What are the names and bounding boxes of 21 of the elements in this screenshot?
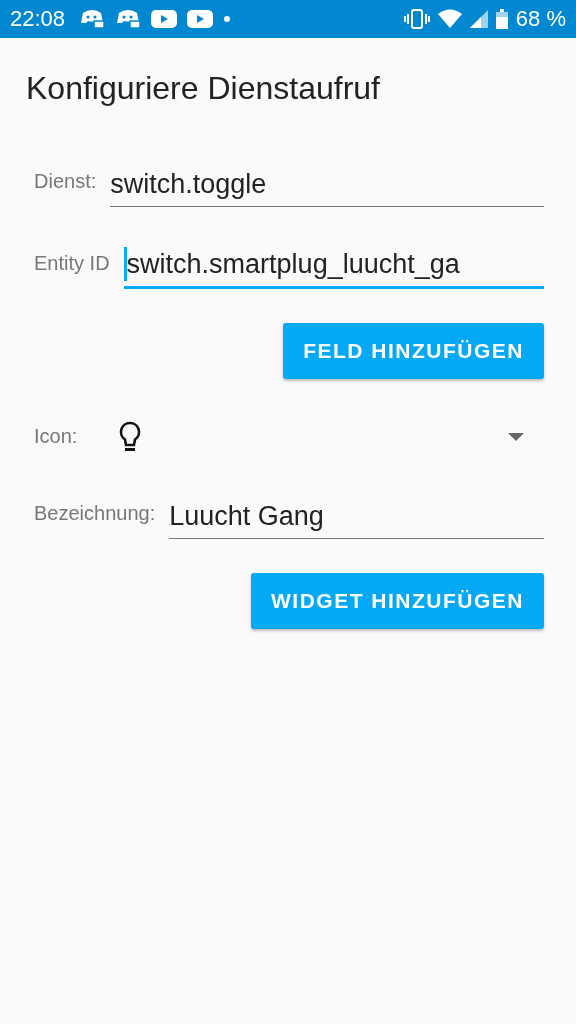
- chat-app-icon: [115, 9, 142, 29]
- screen-title: Konfiguriere Dienstaufruf: [26, 70, 381, 107]
- battery-icon: [495, 9, 508, 29]
- input-field[interactable]: Luucht Gang: [169, 500, 544, 539]
- dropdown-arrow-icon: [508, 432, 524, 441]
- field-label: Entity ID: [34, 251, 110, 276]
- input-field[interactable]: switch.smartplug_luucht_ga: [123, 247, 544, 289]
- battery-percentage: 68 %: [515, 6, 566, 32]
- signal-icon: [469, 9, 488, 29]
- play-icon: [187, 9, 214, 29]
- lightbulb-icon: [119, 420, 142, 453]
- wifi-icon: [437, 9, 462, 29]
- input-field[interactable]: switch.toggle: [110, 169, 544, 207]
- vibrate-icon: [403, 9, 430, 29]
- field-label: Icon:: [34, 425, 78, 448]
- dot-icon: [223, 15, 232, 23]
- clock: 22:08: [10, 6, 66, 32]
- field-label: Dienst:: [34, 170, 97, 194]
- chat-app-icon: [79, 9, 106, 29]
- field-label: Bezeichnung:: [34, 501, 156, 526]
- play-icon: [151, 9, 178, 29]
